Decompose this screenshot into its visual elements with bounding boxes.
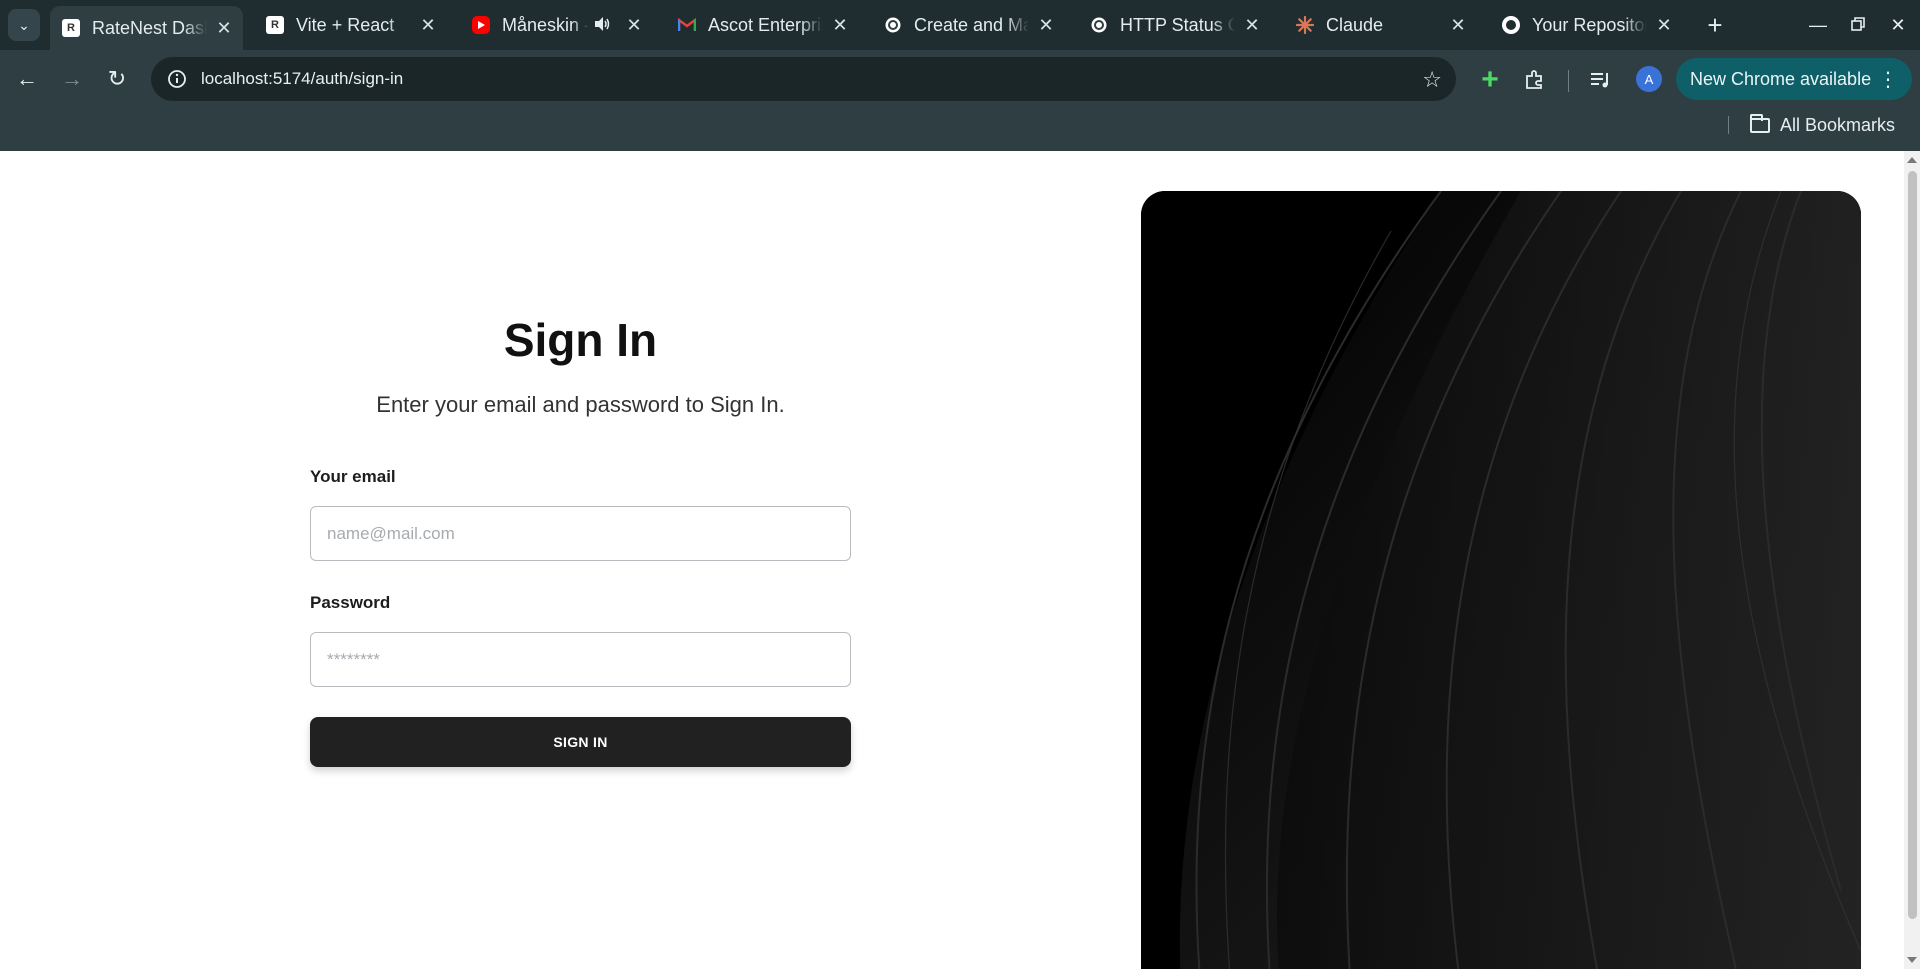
arrow-left-icon: ← [16, 66, 38, 91]
tab-http-status[interactable]: HTTP Status Codes ✕ [1078, 6, 1271, 44]
more-vertical-icon[interactable]: ⋮ [1878, 67, 1898, 92]
close-tab-icon[interactable]: ✕ [1243, 15, 1261, 36]
chrome-update-button[interactable]: New Chrome available ⋮ [1676, 58, 1912, 100]
gmail-icon [678, 16, 696, 34]
page-subtitle: Enter your email and password to Sign In… [376, 392, 785, 417]
abstract-waves-graphic [1141, 191, 1861, 969]
reload-icon: ↻ [107, 66, 127, 91]
ratenest-favicon-icon: R [266, 16, 284, 34]
hero-image [1141, 191, 1861, 969]
scrollbar-thumb[interactable] [1908, 171, 1917, 919]
minimize-icon: — [1809, 14, 1827, 35]
site-info-icon[interactable] [157, 57, 197, 101]
close-tab-icon[interactable]: ✕ [1037, 15, 1055, 36]
tab-ratenest-dashboard[interactable]: R RateNest Dashboard ✕ [50, 6, 243, 50]
reload-button[interactable]: ↻ [100, 62, 134, 96]
chevron-down-icon: ⌄ [18, 16, 30, 33]
url-text[interactable]: localhost:5174/auth/sign-in [201, 69, 403, 89]
bookmarks-bar [0, 108, 1920, 151]
password-field[interactable] [310, 632, 851, 687]
minimize-button[interactable]: — [1798, 10, 1838, 40]
tab-create-and-manage[interactable]: Create and Manage ✕ [872, 6, 1065, 44]
openai-icon [884, 16, 902, 34]
tab-vite-react[interactable]: R Vite + React ✕ [254, 6, 447, 44]
extension-plus-icon[interactable]: + [1474, 63, 1506, 96]
close-window-button[interactable]: ✕ [1878, 10, 1918, 40]
close-icon: ✕ [1890, 14, 1906, 35]
close-tab-icon[interactable]: ✕ [1449, 15, 1467, 36]
media-controls-icon[interactable] [1585, 64, 1617, 96]
restore-icon [1851, 15, 1865, 36]
close-tab-icon[interactable]: ✕ [419, 15, 437, 36]
close-tab-icon[interactable]: ✕ [625, 15, 643, 36]
back-button[interactable]: ← [10, 62, 44, 96]
page-title: Sign In [503, 314, 658, 366]
openai-icon [1090, 16, 1108, 34]
update-label: New Chrome available [1690, 68, 1872, 89]
tab-ascot-enterprise[interactable]: Ascot Enterprise ✕ [666, 6, 859, 44]
folder-icon [1750, 113, 1770, 133]
address-bar[interactable]: localhost:5174/auth/sign-in ☆ [151, 57, 1456, 101]
close-tab-icon[interactable]: ✕ [1655, 15, 1673, 36]
browser-chrome: ⌄ R RateNest Dashboard ✕ R Vite + React … [0, 0, 1920, 151]
github-icon [1502, 16, 1520, 34]
close-tab-icon[interactable]: ✕ [831, 15, 849, 36]
all-bookmarks-label: All Bookmarks [1780, 114, 1896, 135]
email-field[interactable] [310, 506, 851, 561]
close-tab-icon[interactable]: ✕ [215, 18, 233, 39]
tab-your-repositories[interactable]: Your Repositories ✕ [1490, 6, 1683, 44]
toolbar-separator [1568, 70, 1569, 92]
scroll-down-arrow-icon[interactable] [1907, 957, 1917, 963]
youtube-favicon-icon [472, 16, 490, 34]
ratenest-favicon-icon: R [62, 19, 80, 37]
restore-button[interactable] [1838, 10, 1878, 40]
forward-button[interactable]: → [55, 62, 89, 96]
password-label: Password [310, 593, 391, 612]
tab-strip: ⌄ R RateNest Dashboard ✕ R Vite + React … [0, 0, 1920, 50]
tab-search-button[interactable]: ⌄ [8, 9, 40, 41]
all-bookmarks-button[interactable]: All Bookmarks [1750, 113, 1895, 137]
sign-in-button[interactable]: SIGN IN [310, 717, 851, 767]
scroll-up-arrow-icon[interactable] [1907, 157, 1917, 163]
email-label: Your email [310, 467, 396, 486]
page-viewport: Sign In Enter your email and password to… [0, 151, 1920, 969]
plus-icon: + [1707, 9, 1723, 40]
arrow-right-icon: → [61, 66, 83, 91]
bookmark-star-icon[interactable]: ☆ [1422, 67, 1442, 93]
toolbar: ← → ↻ localhost:5174/auth/sign-in ☆ + [0, 50, 1920, 108]
profile-avatar[interactable]: A [1636, 66, 1662, 92]
new-tab-button[interactable]: + [1700, 10, 1730, 40]
page-scrollbar[interactable] [1904, 151, 1920, 969]
tab-maneskin[interactable]: Måneskin - ✕ [460, 6, 653, 44]
tab-claude[interactable]: Claude ✕ [1284, 6, 1477, 44]
claude-icon [1296, 16, 1314, 34]
extensions-puzzle-icon[interactable] [1519, 64, 1551, 96]
speaker-icon[interactable] [595, 16, 611, 34]
bookmarks-separator [1728, 116, 1729, 134]
